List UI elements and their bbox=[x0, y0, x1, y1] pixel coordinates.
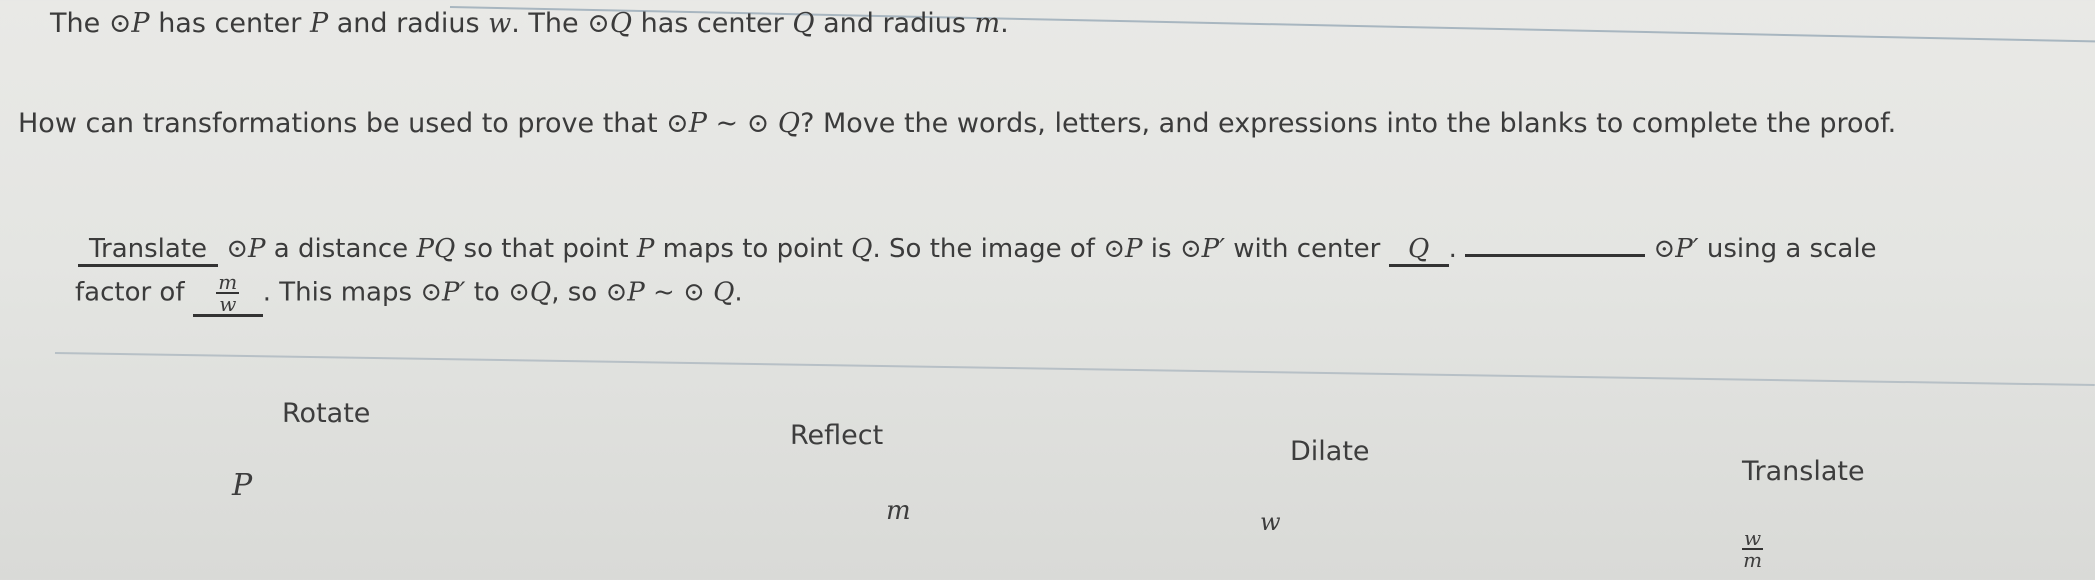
text: . bbox=[734, 277, 743, 308]
circle-p: ⊙P bbox=[226, 234, 266, 264]
text: and radius bbox=[814, 8, 975, 39]
text: factor of bbox=[75, 277, 193, 308]
circle-p-prime: ⊙P′ bbox=[1653, 234, 1699, 264]
circle-q: ⊙Q bbox=[587, 8, 632, 39]
text: How can transformations be used to prove… bbox=[18, 108, 667, 139]
tile-fraction-w-over-m[interactable]: wm bbox=[1742, 526, 1764, 572]
similarity-expression: ⊙P ~ ⊙ Q bbox=[666, 108, 801, 139]
tile-w[interactable]: w bbox=[1260, 508, 1281, 536]
text: so that point bbox=[455, 234, 637, 264]
text: to bbox=[465, 277, 509, 308]
fraction-w-over-m: wm bbox=[1742, 526, 1764, 572]
circle-q: ⊙Q bbox=[508, 277, 552, 308]
fraction-m-over-w: mw bbox=[216, 270, 240, 316]
numerator: w bbox=[1742, 526, 1764, 550]
var-m: m bbox=[974, 8, 1001, 39]
text: and radius bbox=[328, 8, 489, 39]
text: . The bbox=[511, 8, 588, 39]
text: has center bbox=[149, 8, 310, 39]
circle-p-prime: ⊙P′ bbox=[420, 277, 466, 308]
problem-line-2: How can transformations be used to prove… bbox=[18, 108, 1896, 139]
tile-rotate[interactable]: Rotate bbox=[282, 398, 370, 429]
divider bbox=[54, 352, 2095, 387]
text: , so bbox=[551, 277, 606, 308]
text: ? Move the words, letters, and expressio… bbox=[800, 108, 1897, 139]
similarity-expression: ⊙P ~ ⊙ Q bbox=[605, 277, 735, 308]
text: a distance bbox=[265, 234, 417, 264]
text: using a scale bbox=[1698, 234, 1877, 264]
blank-3[interactable] bbox=[1465, 228, 1646, 257]
tile-m[interactable]: m bbox=[886, 496, 911, 526]
var-q: Q bbox=[792, 8, 815, 39]
denominator: m bbox=[1743, 548, 1763, 572]
var-p: P bbox=[636, 234, 655, 264]
blank-2[interactable]: Q bbox=[1388, 234, 1449, 267]
circle-p-prime: ⊙P′ bbox=[1179, 234, 1225, 264]
proof-line-1: Translate ⊙P a distance PQ so that point… bbox=[78, 228, 1877, 267]
text: is bbox=[1142, 234, 1180, 264]
text: . This maps bbox=[262, 277, 421, 308]
tile-dilate[interactable]: Dilate bbox=[1290, 436, 1370, 467]
text: has center bbox=[632, 8, 793, 39]
var-p: P bbox=[309, 8, 329, 39]
text: . bbox=[1000, 8, 1009, 39]
blank-4[interactable]: mw bbox=[192, 270, 263, 317]
segment-pq: PQ bbox=[416, 234, 456, 264]
text: maps to point bbox=[654, 234, 852, 264]
var-q: Q bbox=[851, 234, 873, 264]
circle-p: ⊙P bbox=[1103, 234, 1143, 264]
problem-line-1: The ⊙P has center P and radius w. The ⊙Q… bbox=[50, 8, 1009, 39]
denominator: w bbox=[219, 292, 237, 316]
tile-p[interactable]: P bbox=[232, 468, 252, 503]
tile-reflect[interactable]: Reflect bbox=[790, 420, 883, 451]
tile-translate[interactable]: Translate bbox=[1742, 456, 1865, 487]
text: with center bbox=[1225, 234, 1389, 264]
text: . bbox=[1448, 234, 1466, 264]
text: . So the image of bbox=[872, 234, 1104, 264]
blank-1[interactable]: Translate bbox=[78, 234, 218, 267]
proof-line-2: factor of mw . This maps ⊙P′ to ⊙Q, so ⊙… bbox=[75, 272, 743, 317]
text: The bbox=[50, 8, 109, 39]
numerator: m bbox=[216, 270, 240, 294]
circle-p: ⊙P bbox=[108, 8, 150, 39]
var-w: w bbox=[488, 8, 512, 39]
